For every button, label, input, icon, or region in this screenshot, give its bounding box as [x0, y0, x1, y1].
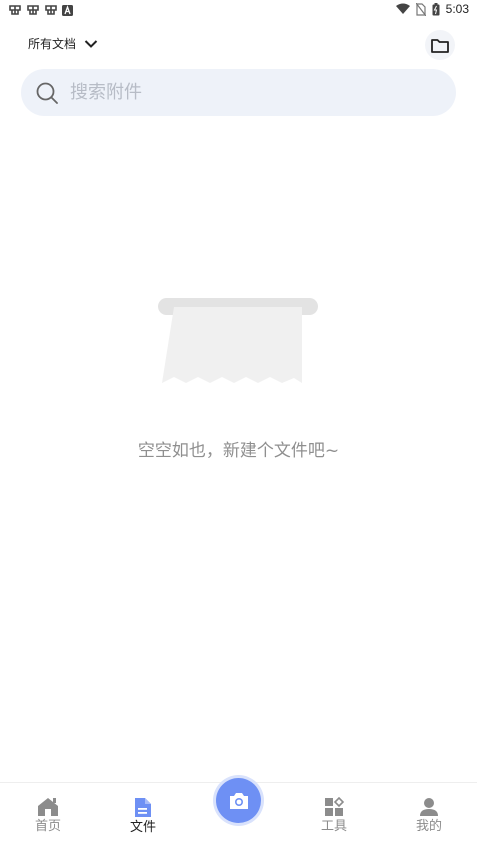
- empty-state-message: 空空如也，新建个文件吧~: [137, 441, 340, 461]
- file-icon: [135, 798, 151, 817]
- header: 所有文档: [0, 30, 477, 62]
- wifi-icon: [395, 3, 410, 14]
- status-bar: 5:03: [0, 0, 477, 22]
- search-bar[interactable]: [21, 69, 456, 116]
- profile-icon: [420, 798, 438, 816]
- nav-label-home: 首页: [34, 819, 61, 834]
- search-input[interactable]: [68, 81, 432, 104]
- chevron-down-icon: [84, 39, 98, 48]
- status-icons-left: [8, 3, 73, 17]
- home-icon: [38, 798, 58, 816]
- folder-button[interactable]: [425, 30, 455, 60]
- camera-icon: [229, 792, 248, 809]
- nav-label-mine: 我的: [415, 819, 442, 834]
- empty-receipt-illustration: [158, 298, 318, 383]
- nav-item-mine[interactable]: 我的: [399, 797, 459, 834]
- battery-icon: [432, 2, 440, 15]
- bug-icon: [27, 5, 39, 15]
- nav-item-home[interactable]: 首页: [18, 797, 78, 834]
- nav-item-tools[interactable]: 工具: [304, 797, 364, 834]
- status-time: 5:03: [445, 2, 469, 16]
- no-sim-icon: [415, 2, 426, 16]
- folder-icon: [431, 38, 449, 53]
- bug-icon: [45, 5, 57, 15]
- document-filter-dropdown[interactable]: 所有文档: [28, 35, 98, 52]
- bug-icon: [9, 5, 21, 15]
- nav-item-files[interactable]: 文件: [113, 797, 173, 835]
- camera-button[interactable]: [216, 778, 261, 823]
- nav-label-tools: 工具: [320, 819, 347, 834]
- tools-icon: [325, 797, 344, 816]
- a-icon: [62, 4, 73, 16]
- status-icons-right: 5:03: [395, 2, 469, 16]
- document-filter-label: 所有文档: [28, 37, 77, 51]
- nav-label-files: 文件: [129, 820, 156, 835]
- search-icon: [36, 82, 58, 104]
